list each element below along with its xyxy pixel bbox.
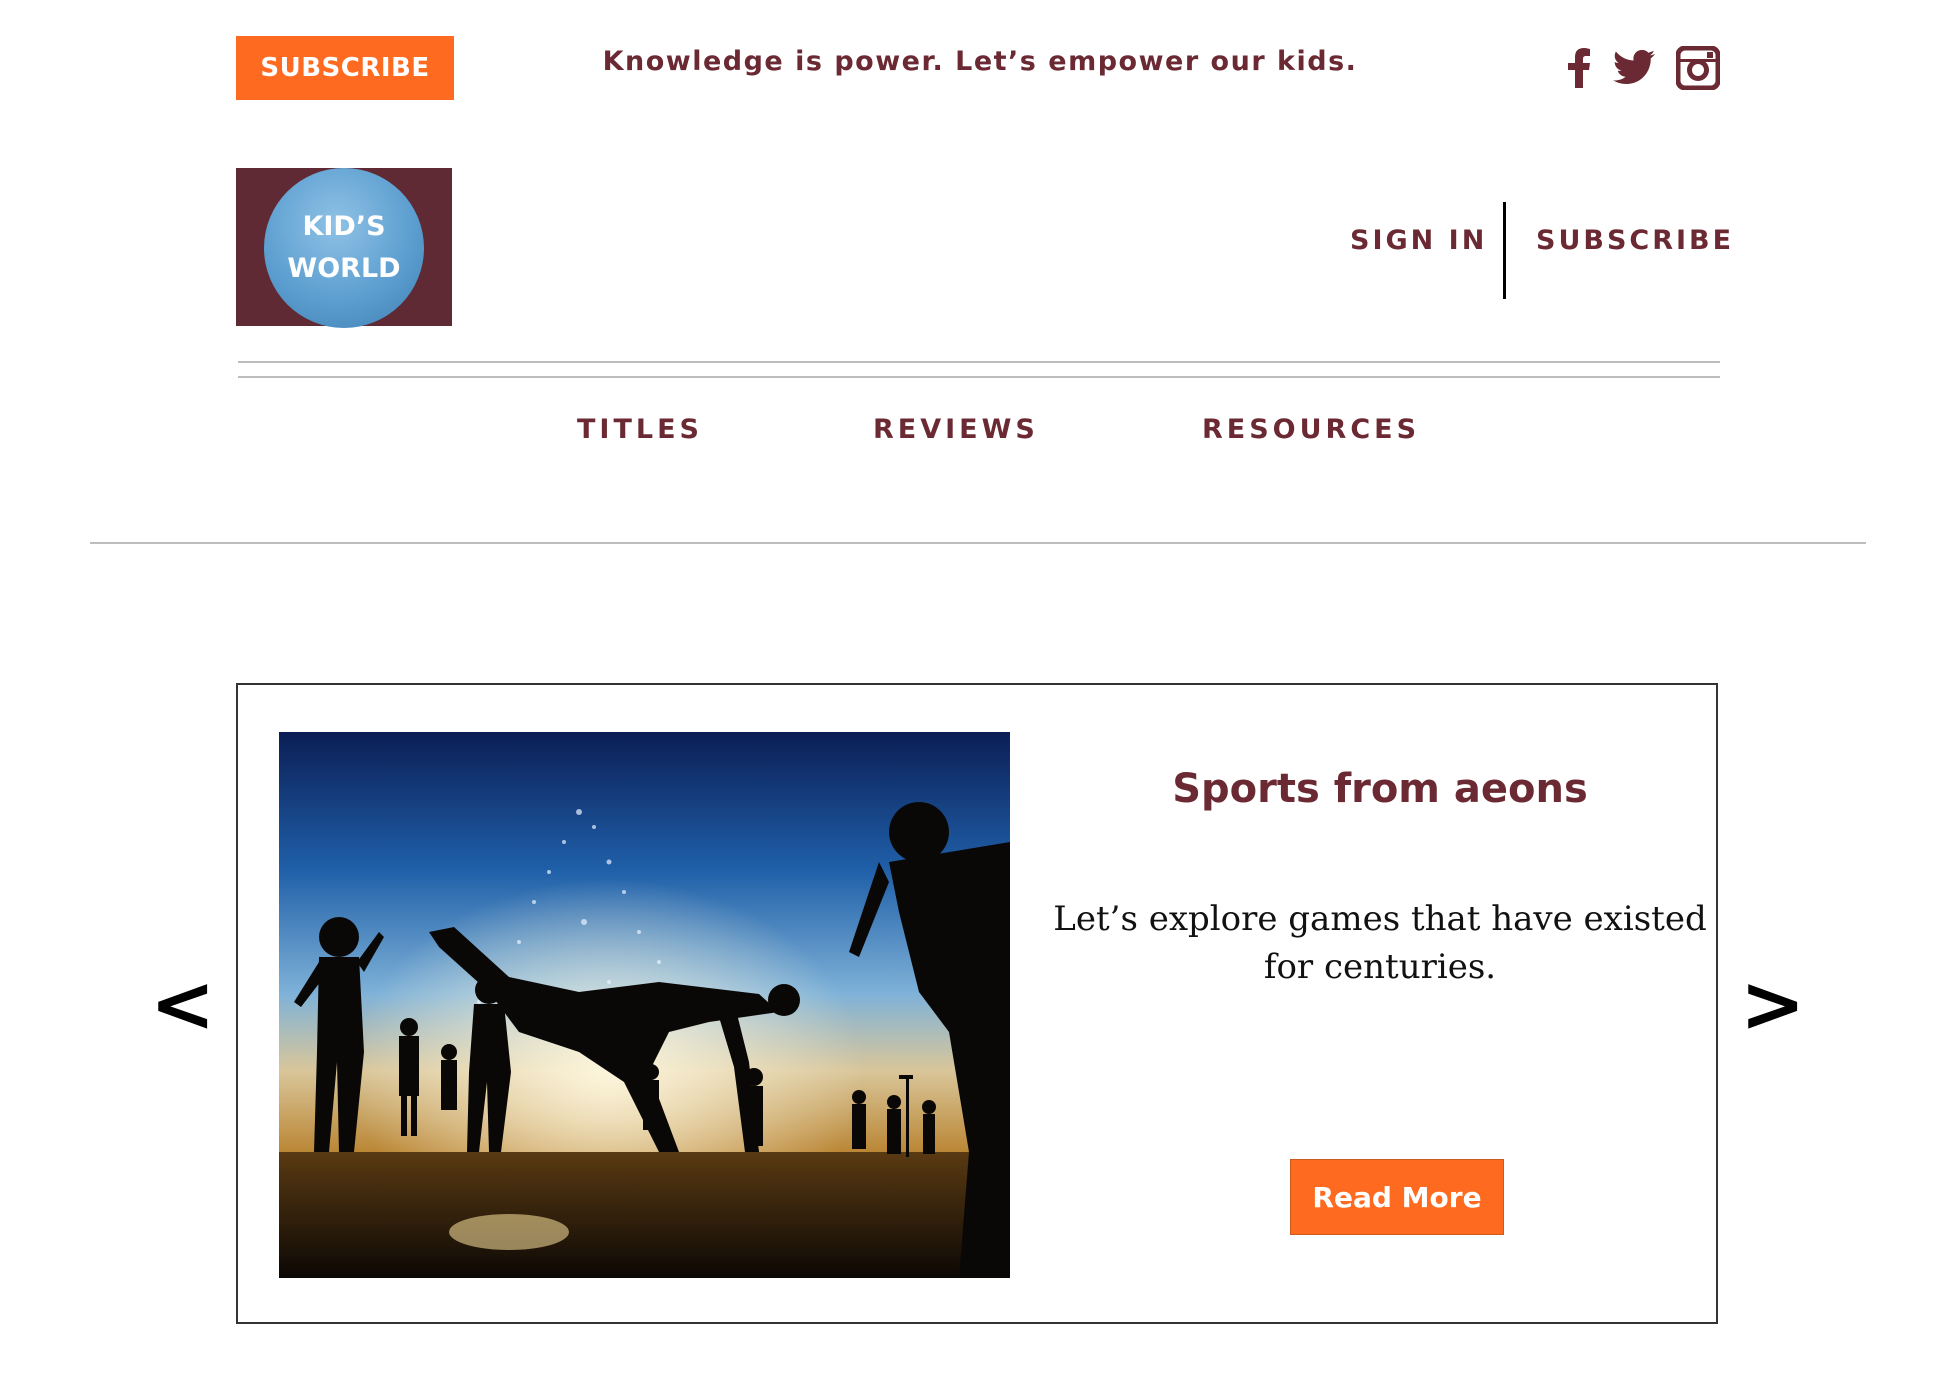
carousel-next-arrow[interactable]: > xyxy=(1740,955,1805,1055)
logo-badge: KID’S WORLD xyxy=(264,168,424,328)
logo-line1: KID’S xyxy=(302,211,386,242)
facebook-icon[interactable] xyxy=(1564,44,1596,92)
slide-title: Sports from aeons xyxy=(1172,766,1588,812)
tagline: Knowledge is power. Let’s empower our ki… xyxy=(602,46,1358,77)
carousel-prev-arrow[interactable]: < xyxy=(150,955,215,1055)
sign-in-link[interactable]: SIGN IN xyxy=(1350,225,1487,256)
header-rule-bottom xyxy=(238,376,1720,378)
account-divider xyxy=(1503,202,1506,299)
instagram-icon[interactable] xyxy=(1674,44,1722,92)
read-more-button[interactable]: Read More xyxy=(1290,1159,1504,1235)
nav-titles[interactable]: TITLES xyxy=(577,414,703,445)
nav-rule xyxy=(90,542,1866,544)
slide-image xyxy=(279,732,1010,1278)
nav-resources[interactable]: RESOURCES xyxy=(1202,414,1420,445)
top-subscribe-button[interactable]: SUBSCRIBE xyxy=(236,36,454,100)
slide-text: Let’s explore games that have existed fo… xyxy=(1053,899,1707,987)
nav-reviews[interactable]: REVIEWS xyxy=(873,414,1039,445)
logo-line2: WORLD xyxy=(287,253,401,284)
twitter-icon[interactable] xyxy=(1610,44,1658,92)
subscribe-link[interactable]: SUBSCRIBE xyxy=(1536,225,1734,256)
header-rule-top xyxy=(238,361,1720,363)
site-logo[interactable]: KID’S WORLD xyxy=(236,168,452,328)
